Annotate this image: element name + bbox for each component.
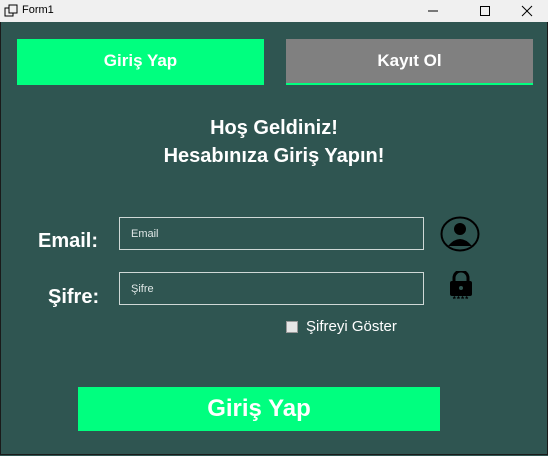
show-password-label: Şifreyi Göster: [306, 318, 397, 335]
email-label: Email:: [38, 230, 99, 252]
maximize-icon: [480, 6, 490, 16]
lock-icon-caption: ****: [452, 295, 470, 304]
show-password-checkbox[interactable]: Şifreyi Göster: [286, 318, 397, 335]
tab-login[interactable]: Giriş Yap: [17, 39, 264, 83]
close-button[interactable]: [504, 0, 548, 22]
welcome-heading: Hoş Geldiniz!: [210, 117, 338, 139]
tab-login-underline: [17, 83, 264, 85]
password-label: Şifre:: [48, 286, 100, 308]
welcome-subheading: Hesabınıza Giriş Yapın!: [163, 145, 385, 167]
window-titlebar: Form1: [0, 0, 548, 22]
close-icon: [521, 5, 533, 17]
tab-login-label: Giriş Yap: [103, 51, 178, 70]
lock-icon: [450, 271, 472, 296]
minimize-icon: [428, 10, 438, 12]
tab-register[interactable]: Kayıt Ol: [286, 39, 533, 83]
email-field[interactable]: [119, 217, 424, 250]
window-title: Form1: [22, 4, 54, 16]
app-icon: [4, 4, 18, 17]
login-submit-button[interactable]: Giriş Yap: [78, 387, 440, 431]
minimize-button[interactable]: [410, 0, 456, 22]
login-submit-label: Giriş Yap: [207, 395, 311, 422]
password-field[interactable]: [119, 272, 424, 305]
maximize-button[interactable]: [462, 0, 508, 22]
user-avatar-icon: [440, 216, 480, 252]
tab-register-underline: [286, 83, 533, 85]
tab-register-label: Kayıt Ol: [377, 51, 442, 70]
checkbox-box[interactable]: [286, 320, 298, 333]
